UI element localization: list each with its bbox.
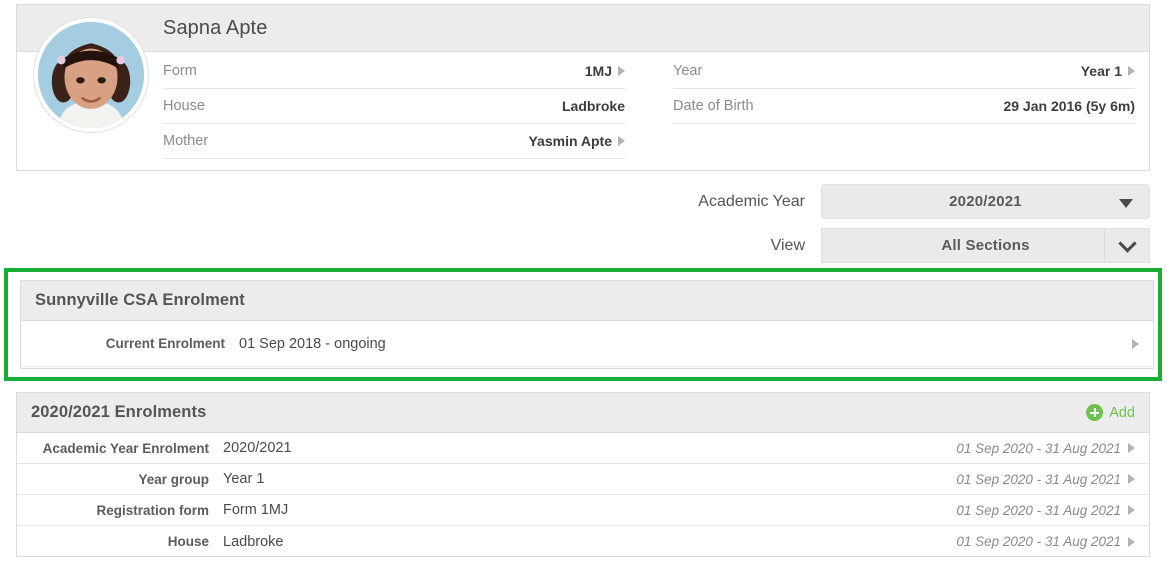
profile-left-column: Form 1MJ House Ladbroke Mother Yasmin Ap xyxy=(163,54,649,159)
profile-row-year[interactable]: Year Year 1 xyxy=(673,54,1135,89)
table-row[interactable]: Academic Year Enrolment 2020/2021 01 Sep… xyxy=(17,433,1149,464)
profile-label: Year xyxy=(673,63,702,79)
chevron-right-icon[interactable] xyxy=(1128,443,1135,453)
profile-value-text: Year 1 xyxy=(1081,63,1122,79)
row-meta: 01 Sep 2020 - 31 Aug 2021 xyxy=(956,534,1135,549)
row-meta xyxy=(1125,339,1139,349)
profile-fields: Form 1MJ House Ladbroke Mother Yasmin Ap xyxy=(17,52,1149,159)
row-value: Year 1 xyxy=(223,471,956,487)
profile-right-column: Year Year 1 Date of Birth 29 Jan 2016 (5… xyxy=(649,54,1135,159)
table-row[interactable]: Year group Year 1 01 Sep 2020 - 31 Aug 2… xyxy=(17,464,1149,495)
profile-value: Ladbroke xyxy=(562,98,625,114)
chevron-right-icon[interactable] xyxy=(1128,66,1135,76)
row-meta: 01 Sep 2020 - 31 Aug 2021 xyxy=(956,441,1135,456)
row-value: Ladbroke xyxy=(223,534,956,550)
chevron-right-icon[interactable] xyxy=(1128,474,1135,484)
add-button[interactable]: Add xyxy=(1086,404,1135,421)
enrolments-section-header: 2020/2021 Enrolments Add xyxy=(17,393,1149,433)
view-select[interactable]: All Sections xyxy=(821,228,1150,263)
profile-titlebar: Sapna Apte xyxy=(17,5,1149,52)
row-value: 01 Sep 2018 - ongoing xyxy=(239,336,1125,352)
student-photo-avatar-icon xyxy=(38,22,144,128)
student-profile-card: Sapna Apte Form xyxy=(16,4,1150,171)
row-label: Registration form xyxy=(17,503,223,518)
profile-row-mother[interactable]: Mother Yasmin Apte xyxy=(163,124,625,159)
student-enrolment-page: Sapna Apte Form xyxy=(0,0,1167,580)
profile-value-text: 1MJ xyxy=(585,63,612,79)
enrolments-section-title: 2020/2021 Enrolments xyxy=(17,403,206,422)
profile-value-text: Ladbroke xyxy=(562,98,625,114)
sunnyville-section-title: Sunnyville CSA Enrolment xyxy=(21,291,245,310)
academic-year-select[interactable]: 2020/2021 xyxy=(821,184,1150,219)
profile-row-date-of-birth: Date of Birth 29 Jan 2016 (5y 6m) xyxy=(673,89,1135,124)
profile-label: House xyxy=(163,98,205,114)
profile-value-text: 29 Jan 2016 (5y 6m) xyxy=(1003,98,1135,114)
view-label: View xyxy=(771,237,805,255)
view-select-toggle[interactable] xyxy=(1104,229,1149,262)
row-value: Form 1MJ xyxy=(223,502,956,518)
academic-year-label: Academic Year xyxy=(698,193,805,211)
profile-value: 1MJ xyxy=(585,63,625,79)
view-value: All Sections xyxy=(941,237,1029,254)
page-title: Sapna Apte xyxy=(163,17,267,40)
enrolments-section: 2020/2021 Enrolments Add Academic Year E… xyxy=(16,392,1150,557)
profile-value: Yasmin Apte xyxy=(528,133,625,149)
row-label: Academic Year Enrolment xyxy=(17,441,223,456)
sunnyville-section-header: Sunnyville CSA Enrolment xyxy=(21,281,1153,321)
profile-label: Date of Birth xyxy=(673,98,754,114)
profile-label: Form xyxy=(163,63,197,79)
filter-controls: Academic Year 2020/2021 View All Section… xyxy=(16,184,1150,263)
table-row[interactable]: House Ladbroke 01 Sep 2020 - 31 Aug 2021 xyxy=(17,526,1149,557)
profile-value: 29 Jan 2016 (5y 6m) xyxy=(1003,98,1135,114)
chevron-down-icon xyxy=(1118,234,1136,252)
row-label: Current Enrolment xyxy=(21,336,239,351)
profile-value-text: Yasmin Apte xyxy=(528,133,612,149)
academic-year-value: 2020/2021 xyxy=(949,193,1022,210)
chevron-right-icon[interactable] xyxy=(1132,339,1139,349)
academic-year-control: Academic Year 2020/2021 xyxy=(16,184,1150,219)
profile-row-house: House Ladbroke xyxy=(163,89,625,124)
row-meta-text: 01 Sep 2020 - 31 Aug 2021 xyxy=(956,472,1121,487)
row-label: Year group xyxy=(17,472,223,487)
row-meta-text: 01 Sep 2020 - 31 Aug 2021 xyxy=(956,441,1121,456)
row-meta: 01 Sep 2020 - 31 Aug 2021 xyxy=(956,472,1135,487)
view-control: View All Sections xyxy=(16,228,1150,263)
row-value: 2020/2021 xyxy=(223,440,956,456)
row-meta-text: 01 Sep 2020 - 31 Aug 2021 xyxy=(956,534,1121,549)
add-button-label: Add xyxy=(1109,405,1135,421)
table-row[interactable]: Current Enrolment 01 Sep 2018 - ongoing xyxy=(21,321,1153,367)
profile-row-form[interactable]: Form 1MJ xyxy=(163,54,625,89)
chevron-right-icon[interactable] xyxy=(618,136,625,146)
row-meta: 01 Sep 2020 - 31 Aug 2021 xyxy=(956,503,1135,518)
table-row[interactable]: Registration form Form 1MJ 01 Sep 2020 -… xyxy=(17,495,1149,526)
profile-label: Mother xyxy=(163,133,208,149)
sunnyville-enrolment-section: Sunnyville CSA Enrolment Current Enrolme… xyxy=(20,280,1154,369)
highlight-outline: Sunnyville CSA Enrolment Current Enrolme… xyxy=(4,268,1162,381)
add-circle-icon xyxy=(1086,404,1103,421)
row-meta-text: 01 Sep 2020 - 31 Aug 2021 xyxy=(956,503,1121,518)
caret-down-icon[interactable] xyxy=(1119,199,1133,208)
chevron-right-icon[interactable] xyxy=(618,66,625,76)
profile-value: Year 1 xyxy=(1081,63,1135,79)
avatar[interactable] xyxy=(34,18,148,132)
chevron-right-icon[interactable] xyxy=(1128,505,1135,515)
row-label: House xyxy=(17,534,223,549)
chevron-right-icon[interactable] xyxy=(1128,537,1135,547)
